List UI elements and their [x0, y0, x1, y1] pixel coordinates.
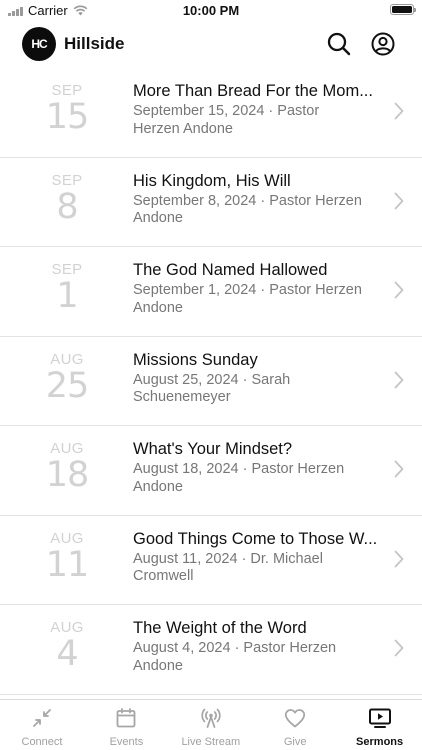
tab-label: Connect [21, 736, 63, 748]
sermon-month: AUG [50, 350, 84, 368]
heart-icon [285, 709, 306, 728]
sermon-list[interactable]: SEP 15 More Than Bread For the Mom... Septe… [0, 68, 422, 699]
sermon-date: SEP 8 [36, 172, 98, 225]
app-title: Hillside [64, 34, 125, 53]
sermon-date: AUG 4 [36, 619, 98, 672]
sermon-subtitle: August 11, 2024 · Dr. Michael Cromwell [133, 550, 323, 585]
sermon-title: What's Your Mindset? [133, 440, 293, 458]
sermon-row[interactable]: AUG 11 Good Things Come to Those W... Augus… [0, 516, 422, 605]
chevron-right-icon [394, 550, 404, 567]
sermon-day: 4 [56, 634, 78, 674]
sermon-month: AUG [50, 529, 84, 547]
sermon-date: AUG 11 [36, 530, 98, 583]
sermon-day: 8 [56, 186, 78, 227]
sermon-day: 11 [45, 544, 90, 585]
sermon-title: The Weight of the Word [133, 619, 307, 637]
sermon-date: SEP 15 [36, 82, 98, 135]
search-icon[interactable] [326, 31, 352, 57]
church-logo[interactable]: HC [22, 27, 56, 61]
sermon-subtitle: September 15, 2024 · Pastor Herzen Andon… [133, 103, 320, 137]
sermon-subtitle: August 4, 2024 · Pastor Herzen Andone [133, 640, 337, 674]
battery-icon [390, 4, 416, 15]
sermon-date: AUG 18 [36, 440, 98, 493]
tab-label: Give [283, 736, 307, 748]
sermon-row[interactable]: AUG 4 The Weight of the Word August 4, 2024… [0, 605, 422, 695]
play-screen-icon [368, 708, 391, 728]
sermon-day: 15 [45, 97, 90, 137]
chevron-right-icon [394, 460, 404, 478]
sermon-row[interactable]: SEP 1 The God Named Hallowed September 1, 2… [0, 247, 422, 337]
tab-connect[interactable]: Connect [0, 706, 84, 748]
sermon-date: AUG 25 [36, 351, 98, 404]
sermon-row[interactable]: AUG 18 What's Your Mindset? August 18, 2024… [0, 426, 422, 516]
sermon-day: 18 [45, 455, 90, 495]
sermon-date: SEP 1 [36, 261, 98, 314]
sermon-title: Good Things Come to Those W... [133, 529, 378, 548]
status-bar: Carrier 10:00 PM [0, 0, 422, 22]
sermon-subtitle: September 8, 2024 · Pastor Herzen Andone [133, 192, 362, 227]
tab-give[interactable]: Give [253, 706, 337, 748]
broadcast-icon [201, 708, 221, 728]
sermon-title: More Than Bread For the Mom... [133, 82, 373, 100]
calendar-icon [116, 708, 136, 728]
chevron-right-icon [394, 639, 404, 657]
chevron-right-icon [394, 102, 404, 120]
sermon-month: SEP [51, 171, 83, 189]
sermon-row[interactable]: SEP 15 More Than Bread For the Mom... Septe… [0, 68, 422, 158]
app-header: HC Hillside [0, 22, 422, 68]
tab-label: Sermons [356, 736, 404, 748]
sermon-title: His Kingdom, His Will [133, 171, 291, 190]
connect-icon [33, 709, 51, 727]
tab-label: Events [109, 736, 144, 748]
tab-bar: Connect Events Live Stream Give Sermons [0, 699, 422, 750]
tab-label: Live Stream [181, 736, 241, 748]
sermon-day: 25 [45, 365, 90, 406]
sermon-row[interactable]: SEP 8 His Kingdom, His Will September 8, 20… [0, 158, 422, 247]
tab-events[interactable]: Events [84, 706, 168, 748]
sermon-subtitle: August 25, 2024 · Sarah Schuenemeyer [133, 371, 291, 406]
sermon-subtitle: August 18, 2024 · Pastor Herzen Andone [133, 461, 345, 495]
chevron-right-icon [394, 192, 404, 209]
sermon-title: Missions Sunday [133, 350, 258, 369]
sermon-title: The God Named Hallowed [133, 261, 328, 279]
sermon-day: 1 [56, 276, 78, 316]
chevron-right-icon [394, 281, 404, 299]
sermon-row[interactable]: AUG 25 Missions Sunday August 25, 2024 · Sa… [0, 337, 422, 426]
sermon-subtitle: September 1, 2024 · Pastor Herzen Andone [133, 282, 362, 316]
status-time: 10:00 PM [182, 3, 240, 18]
chevron-right-icon [394, 371, 404, 388]
profile-icon[interactable] [370, 31, 396, 57]
tab-sermons[interactable]: Sermons [338, 706, 422, 748]
tab-live-stream[interactable]: Live Stream [169, 706, 253, 748]
